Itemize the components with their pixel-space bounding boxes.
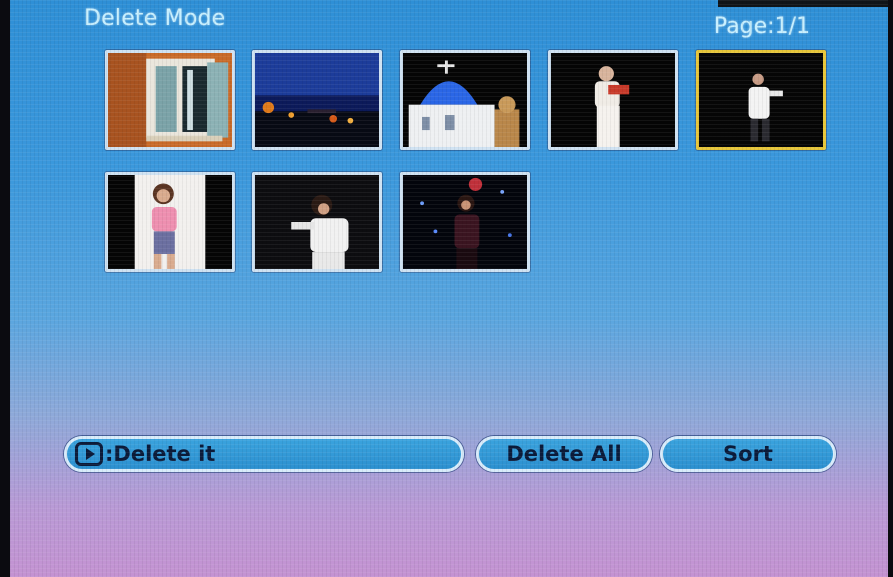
delete-all-button[interactable]: Delete All (476, 436, 652, 472)
thumbnail-7[interactable] (252, 172, 382, 272)
bezel-edge (718, 0, 888, 7)
thumbnail-1[interactable] (105, 50, 235, 150)
woman-pink-top-photo (108, 175, 232, 269)
singer-red-top-photo (551, 53, 675, 147)
sort-label: Sort (723, 442, 773, 466)
delete-hint-label: :Delete it (105, 442, 216, 466)
thumbnail-8[interactable] (400, 172, 530, 272)
thumbnail-4[interactable] (548, 50, 678, 150)
delete-all-label: Delete All (506, 442, 622, 466)
window-photo (108, 53, 232, 147)
screen: Delete Mode Page:1/1:Delete it Delete A… (10, 0, 888, 577)
woman-dark-stage-photo (403, 175, 527, 269)
singer-white-shirt-photo (699, 53, 823, 147)
night-city-photo (255, 53, 379, 147)
delete-hint-bar: :Delete it (64, 436, 464, 472)
sort-button[interactable]: Sort (660, 436, 836, 472)
woman-white-top-photo (255, 175, 379, 269)
page-title: Delete Mode (84, 6, 226, 31)
play-button-icon (75, 442, 103, 466)
page-indicator: Page:1/1 (713, 14, 810, 39)
thumbnail-6[interactable] (105, 172, 235, 272)
thumbnail-5-selected[interactable] (696, 50, 826, 150)
thumbnail-3[interactable] (400, 50, 530, 150)
thumbnail-2[interactable] (252, 50, 382, 150)
blue-dome-church-photo (403, 53, 527, 147)
